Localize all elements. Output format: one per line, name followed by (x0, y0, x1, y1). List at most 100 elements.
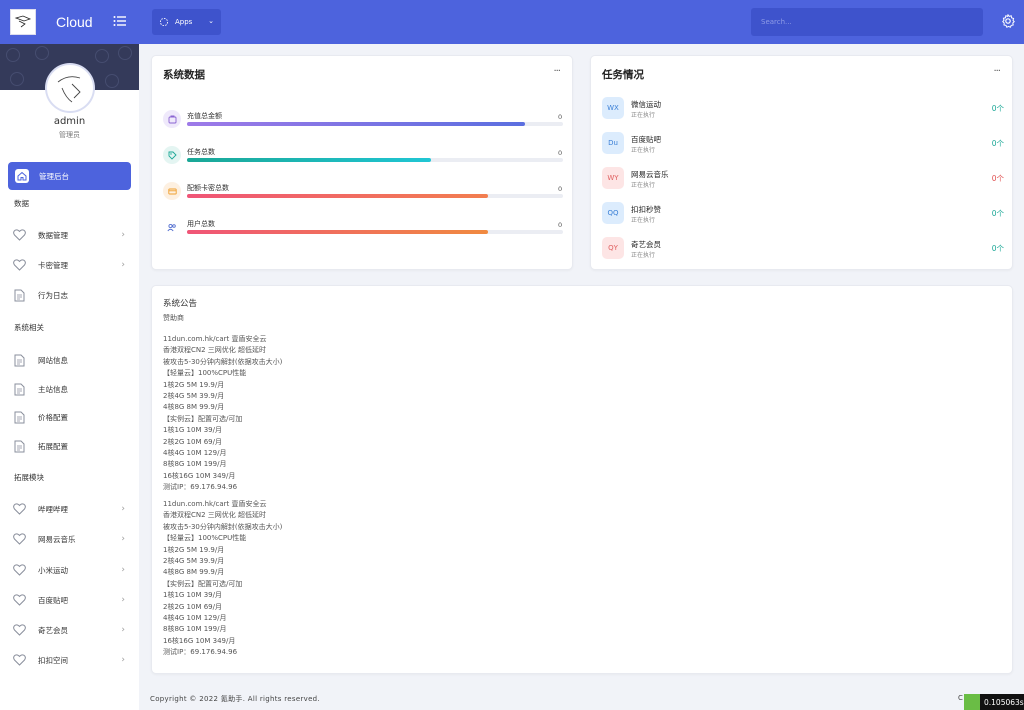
task-row[interactable]: Du 百度贴吧正在执行 0个 (602, 132, 1004, 158)
search-input[interactable] (751, 8, 983, 36)
sidebar-item-label: 百度贴吧 (38, 595, 68, 605)
document-icon (13, 354, 26, 367)
nav-section-title: 系统相关 (14, 323, 44, 332)
stat-label: 用户总数 (187, 220, 215, 228)
task-status: 正在执行 (631, 112, 656, 119)
sidebar-item[interactable]: 哔哩哔哩 › (0, 494, 139, 524)
sidebar-item-label: 数据管理 (38, 230, 68, 240)
notice-line: 1核2G 5M 19.9/月 (163, 380, 225, 389)
sidebar-item[interactable]: 行为日志 (0, 280, 139, 310)
sidebar-item[interactable]: 扣扣空间 › (0, 645, 139, 675)
notice-line: 8核8G 10M 199/月 (163, 625, 227, 634)
nav-section-title: 拓展模块 (14, 473, 44, 482)
notice-line: 【实例云】配置可选/可加 (163, 579, 243, 588)
task-row[interactable]: QQ 扣扣秒赞 正在执行 0个 (602, 202, 1004, 228)
notice-subtitle: 赞助商 (163, 314, 184, 322)
notice-line: 4核8G 8M 99.9/月 (163, 568, 225, 577)
notice-line: 8核8G 10M 199/月 (163, 460, 227, 469)
menu-toggle-icon[interactable] (113, 15, 127, 29)
sidebar-item-label: 奇艺会员 (38, 625, 68, 635)
sidebar-item-dashboard[interactable]: 管理后台 (8, 162, 131, 190)
chevron-right-icon: › (121, 534, 125, 544)
document-icon (13, 289, 26, 302)
sidebar: Cloud admin 管理员 管理后台 数据数据管理 › 卡密管理 › 行为日志系统相… (0, 0, 139, 710)
card-menu-icon[interactable]: ··· (553, 66, 560, 77)
notice-line: 2核4G 5M 39.9/月 (163, 557, 225, 566)
home-icon (15, 169, 29, 183)
sidebar-item[interactable]: 主站信息 (0, 374, 139, 404)
sidebar-item-label: 哔哩哔哩 (38, 504, 68, 514)
heart-icon (13, 259, 26, 272)
task-count: 0个 (991, 209, 1004, 218)
sidebar-item[interactable]: 网易云音乐 › (0, 524, 139, 554)
stat-row: 用户总数 0 (163, 218, 563, 242)
sidebar-item[interactable]: 网站信息 (0, 345, 139, 375)
task-row[interactable]: WX 微信运动 正在执行 0个 (602, 97, 1004, 123)
chevron-right-icon: › (121, 230, 125, 240)
tag-icon (163, 146, 181, 164)
footer-right-text: C (958, 694, 963, 702)
stat-value: 0 (558, 149, 563, 157)
stat-label: 任务总数 (187, 148, 215, 156)
footer-copyright: Copyright © 2022 氪助手. All rights reserve… (150, 695, 320, 703)
task-status: 正在执行 (631, 252, 656, 259)
stat-progress-fill (187, 158, 432, 162)
task-row[interactable]: WY 网易云音乐 正在执行 0个 (602, 167, 1004, 193)
stat-progress-track (187, 230, 563, 234)
chevron-right-icon: › (121, 260, 125, 270)
sidebar-item[interactable]: 拓展配置 (0, 431, 139, 461)
stat-progress-track (187, 158, 563, 162)
stat-label: 充值总金额 (187, 112, 222, 120)
task-row[interactable]: QY 奇艺会员 正在执行 0个 (602, 237, 1004, 263)
stat-progress-track (187, 194, 563, 198)
stat-progress-track (187, 122, 563, 126)
sidebar-item[interactable]: 卡密管理 › (0, 250, 139, 280)
stat-value: 0 (558, 113, 563, 121)
stat-progress-fill (187, 230, 488, 234)
sidebar-item-label: 卡密管理 (38, 260, 68, 270)
notice-line: 2核4G 5M 39.9/月 (163, 392, 225, 401)
document-icon (13, 440, 26, 453)
heart-icon (13, 564, 26, 577)
notice-line: 11dun.com.hk/cart 壹盾安全云 (163, 335, 267, 343)
sidebar-item[interactable]: 小米运动 › (0, 555, 139, 585)
user-role: 管理员 (59, 131, 80, 139)
sidebar-item-label: 拓展配置 (38, 441, 68, 451)
sidebar-item[interactable]: 百度贴吧 › (0, 585, 139, 615)
user-name: admin (53, 116, 86, 127)
task-badge: WY (602, 167, 624, 189)
task-status: 正在执行 (631, 217, 656, 224)
chevron-right-icon: › (121, 504, 125, 514)
stat-row: 配额卡密总数 0 (163, 182, 563, 206)
stats-card: 系统数据 ··· 充值总金额 0 任务总数 0 配额卡密总数 0 用户总数 0 (151, 55, 573, 270)
heart-icon (13, 594, 26, 607)
debug-timer: 0.105063s (964, 694, 1024, 710)
task-status: 正在执行 (631, 147, 656, 154)
task-badge: Du (602, 132, 624, 154)
tasks-card-title: 任务情况 (602, 69, 644, 81)
document-icon (13, 411, 26, 424)
gear-icon[interactable] (1001, 13, 1015, 30)
notice-card: 系统公告 赞助商 11dun.com.hk/cart 壹盾安全云 香港双程CN2 … (151, 285, 1013, 674)
apps-label: Apps (175, 18, 193, 26)
heart-icon (13, 624, 26, 637)
notice-text-block: 11dun.com.hk/cart 壹盾安全云 香港双程CN2 三网优化 超低延时… (163, 499, 282, 659)
sidebar-item[interactable]: 数据管理 › (0, 220, 139, 250)
brand-name: Cloud (56, 14, 93, 30)
stat-progress-fill (187, 194, 488, 198)
apps-dropdown[interactable]: Apps ⌄ (152, 9, 221, 35)
stat-value: 0 (558, 185, 563, 193)
card-icon (163, 182, 181, 200)
heart-icon (13, 533, 26, 546)
avatar[interactable] (47, 65, 93, 111)
nav-section-title: 数据 (14, 199, 29, 208)
sidebar-item[interactable]: 价格配置 (0, 402, 139, 432)
notice-line: 16核16G 10M 349/月 (163, 471, 236, 480)
card-menu-icon[interactable]: ··· (993, 66, 1000, 77)
sidebar-item[interactable]: 奇艺会员 › (0, 615, 139, 645)
task-name: 百度贴吧 (631, 135, 661, 144)
stats-card-title: 系统数据 (163, 69, 205, 81)
task-name: 网易云音乐 (631, 170, 669, 179)
topbar: Apps ⌄ (139, 0, 1024, 44)
task-count: 0个 (991, 139, 1004, 148)
